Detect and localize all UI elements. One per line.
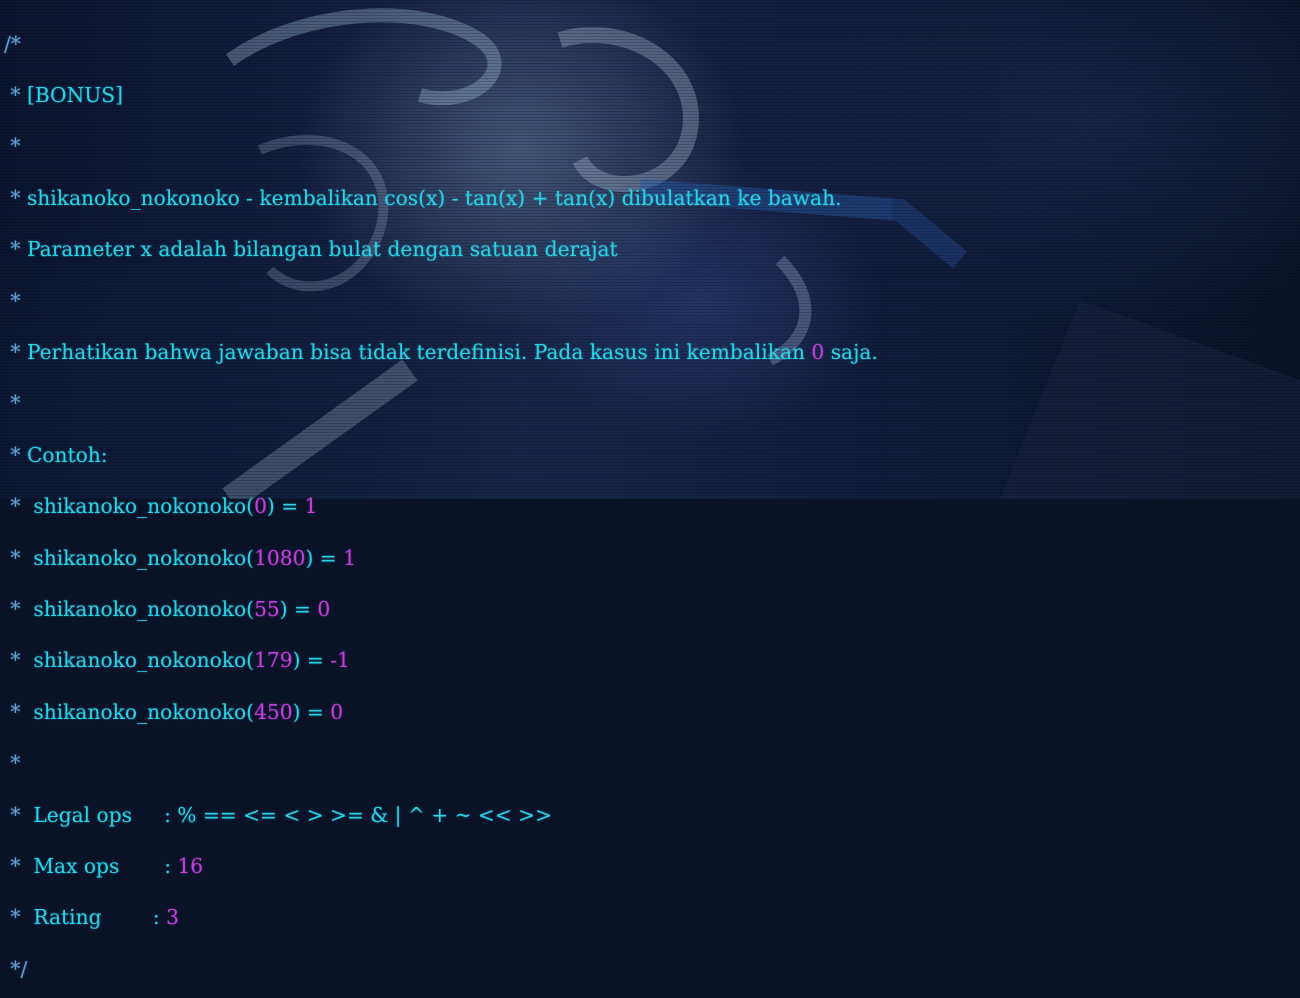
example-line: * shikanoko_nokonoko(0) = 1	[4, 494, 318, 519]
example-arg: 55	[254, 597, 280, 621]
comment-star: *	[4, 699, 34, 724]
comment-star: *	[4, 545, 34, 570]
example-line: * shikanoko_nokonoko(179) = -1	[4, 648, 350, 673]
example-arg: 1080	[254, 545, 306, 570]
comment-star: *	[4, 442, 27, 467]
legal-ops-value: % == <= < > >= & | ^ + ~ << >>	[177, 802, 552, 827]
example-fn: shikanoko_nokonoko	[33, 597, 247, 621]
example-fn: shikanoko_nokonoko	[33, 545, 247, 570]
comment-star: *	[4, 597, 34, 621]
comment-star: *	[4, 648, 34, 673]
description-line-1: shikanoko_nokonoko - kembalikan cos(x) -…	[26, 185, 842, 210]
comment-close: */	[4, 956, 28, 981]
example-fn: shikanoko_nokonoko	[33, 494, 247, 519]
max-ops-value: 16	[177, 853, 204, 878]
example-result: 1	[343, 545, 356, 570]
comment-open: /*	[4, 31, 21, 56]
example-line: * shikanoko_nokonoko(450) = 0	[4, 699, 344, 724]
example-line: * shikanoko_nokonoko(55) = 0	[4, 597, 331, 621]
comment-star: *	[4, 185, 27, 210]
example-result: 0	[317, 597, 331, 621]
example-arg: 179	[254, 648, 293, 673]
comment-star: *	[4, 494, 34, 519]
example-result: 0	[330, 699, 344, 724]
description-line-2: Parameter x adalah bilangan bulat dengan…	[26, 237, 618, 262]
example-line: * shikanoko_nokonoko(1080) = 1	[4, 545, 356, 570]
rating-label: Rating	[33, 905, 102, 930]
comment-star: *	[4, 853, 34, 878]
rating-value: 3	[166, 905, 179, 930]
comment-star: *	[4, 83, 27, 108]
note-text-end: saja.	[824, 340, 878, 365]
note-text: Perhatikan bahwa jawaban bisa tidak terd…	[26, 340, 812, 365]
example-arg: 450	[254, 699, 293, 724]
legal-ops-label: Legal ops	[33, 802, 132, 827]
example-fn: shikanoko_nokonoko	[33, 699, 247, 724]
example-result: 1	[304, 494, 318, 519]
example-arg: 0	[254, 494, 267, 519]
note-value: 0	[811, 340, 825, 365]
example-fn: shikanoko_nokonoko	[33, 648, 247, 673]
comment-star: *	[4, 340, 27, 365]
comment-star: *	[4, 237, 27, 262]
comment-star: *	[4, 905, 34, 930]
bonus-tag: [BONUS]	[26, 83, 123, 108]
comment-star: *	[4, 391, 21, 416]
example-result: -1	[330, 648, 350, 673]
max-ops-label: Max ops	[33, 853, 120, 878]
examples-label: Contoh:	[26, 442, 108, 467]
code-comment-block: /* * [BONUS] * * shikanoko_nokonoko - ke…	[4, 31, 878, 981]
comment-star: *	[4, 134, 21, 159]
comment-star: *	[4, 288, 21, 313]
comment-star: *	[4, 802, 34, 827]
comment-star: *	[4, 751, 21, 776]
